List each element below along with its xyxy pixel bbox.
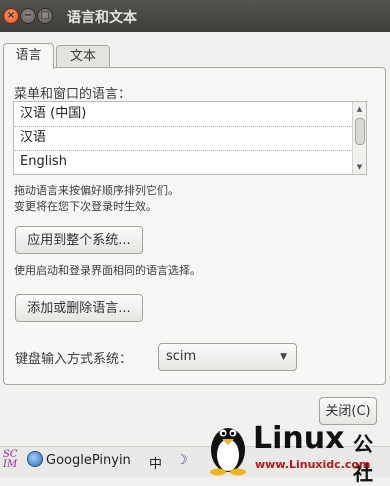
watermark-cn: 公社: [353, 432, 373, 485]
list-item[interactable]: 汉语: [14, 126, 358, 151]
window-maximize-button[interactable]: □: [37, 8, 53, 24]
input-mode[interactable]: 中: [149, 453, 162, 472]
keyboard-input-value: scim: [166, 349, 197, 364]
tab-language[interactable]: 语言: [3, 43, 54, 69]
moon-icon[interactable]: ☽: [176, 453, 188, 468]
scroll-up-icon[interactable]: ▲: [353, 104, 366, 114]
maximize-icon: □: [40, 10, 50, 21]
linuxidc-watermark: Linux 公社 www.Linuxidc.com: [205, 416, 390, 485]
window-close-button[interactable]: ×: [3, 8, 19, 24]
minimize-icon: −: [23, 10, 33, 21]
apply-system-wide-button[interactable]: 应用到整个系统...: [15, 226, 143, 254]
window-title: 语言和文本: [67, 10, 137, 26]
drag-hint: 拖动语言来按偏好顺序排列它们。: [14, 184, 179, 197]
chevron-down-icon: ▼: [280, 352, 287, 362]
close-icon: ×: [6, 10, 16, 21]
window-minimize-button[interactable]: −: [20, 8, 36, 24]
tux-penguin-icon: [210, 428, 246, 476]
apply-hint: 使用启动和登录界面相同的语言选择。: [14, 264, 201, 277]
watermark-brand: Linux: [253, 421, 345, 456]
restart-hint: 变更将在您下次登录时生效。: [14, 200, 157, 213]
googlepinyin-icon[interactable]: [27, 451, 43, 467]
keyboard-input-label: 键盘输入方式系统：: [15, 352, 133, 367]
scroll-down-icon[interactable]: ▼: [353, 162, 366, 172]
add-remove-language-button[interactable]: 添加或删除语言...: [15, 294, 143, 322]
list-item[interactable]: English: [14, 150, 358, 174]
language-list[interactable]: 汉语 (中国) 汉语 English ▲ ▼: [13, 101, 367, 175]
list-scrollbar[interactable]: ▲ ▼: [352, 102, 366, 174]
tab-text[interactable]: 文本: [56, 45, 110, 68]
menu-language-label: 菜单和窗口的语言：: [14, 87, 132, 102]
input-method-name[interactable]: GooglePinyin: [46, 453, 131, 468]
scim-logo-icon[interactable]: SC IM: [3, 450, 20, 472]
title-bar: × − □ 语言和文本: [0, 0, 390, 32]
list-item[interactable]: 汉语 (中国): [14, 102, 358, 127]
scroll-thumb[interactable]: [355, 118, 365, 145]
keyboard-input-select[interactable]: scim ▼: [158, 343, 297, 371]
watermark-url: www.Linuxidc.com: [255, 458, 371, 471]
